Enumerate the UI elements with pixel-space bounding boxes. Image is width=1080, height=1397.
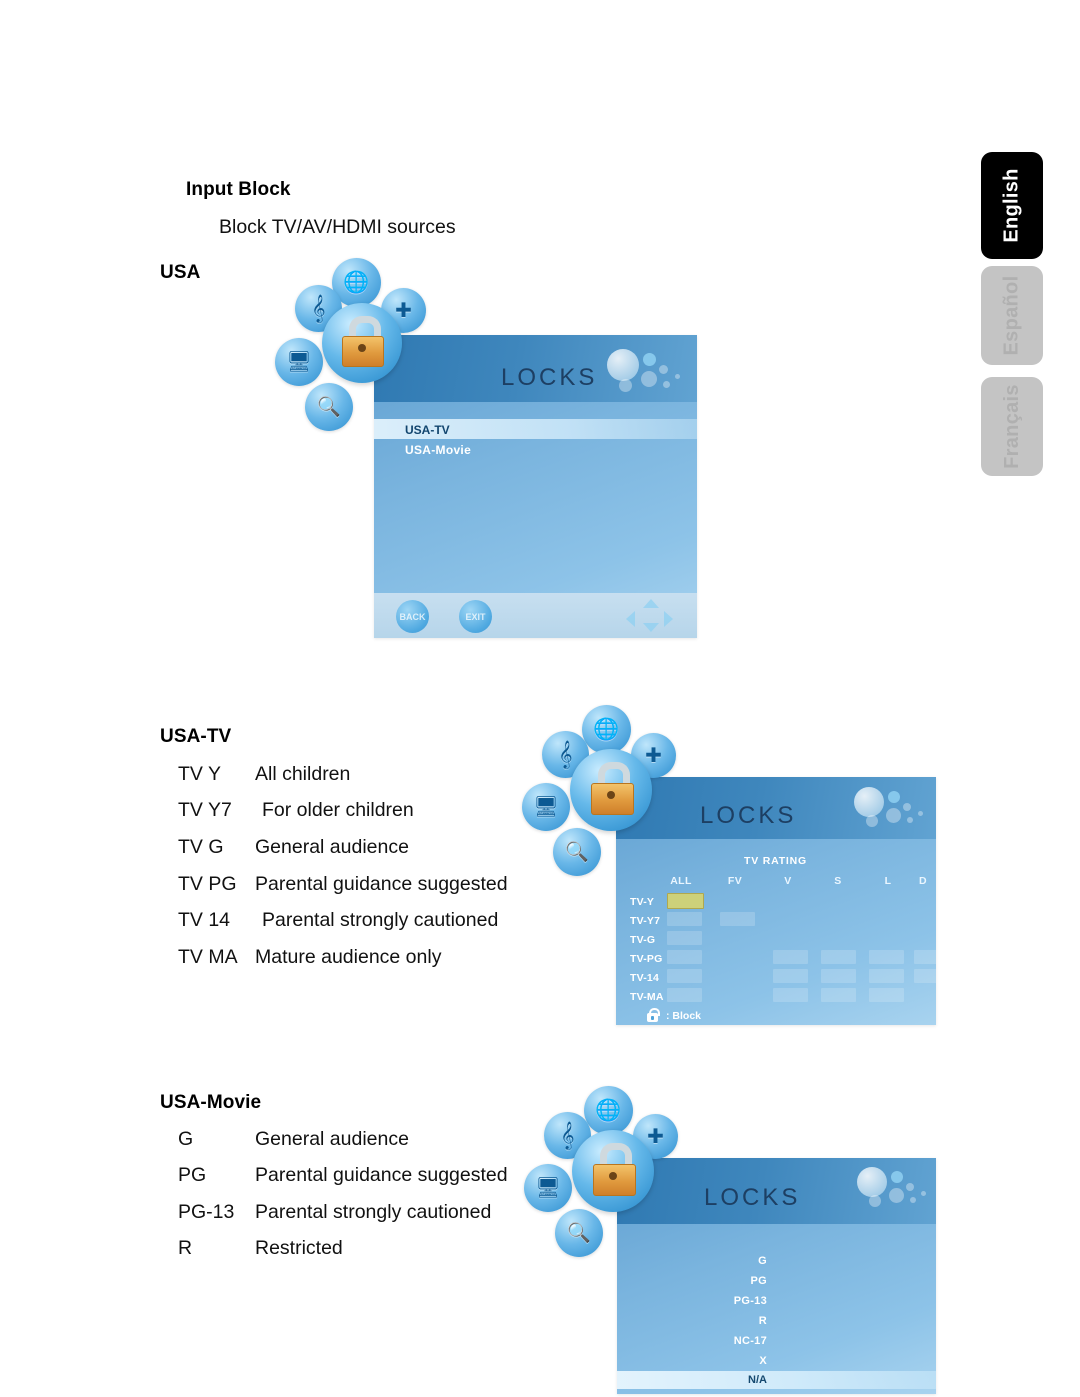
grid-row-header-tv-y7: TV-Y7 <box>630 915 661 927</box>
grid-cell-tv-14-all[interactable] <box>667 969 702 983</box>
movie-rating-item-pg-13[interactable]: PG-13 <box>637 1295 767 1307</box>
grid-column-header-s: S <box>834 875 842 887</box>
lock-icon <box>572 1130 654 1212</box>
grid-cell-tv-14-l[interactable] <box>869 969 904 983</box>
grid-cell-tv-ma-l[interactable] <box>869 988 904 1002</box>
language-tab-francais[interactable]: Français <box>981 377 1043 476</box>
movie-rating-item-pg[interactable]: PG <box>637 1275 767 1287</box>
rating-code: TV G <box>178 836 224 858</box>
rating-desc: All children <box>255 763 351 785</box>
icon-cluster-locks-2: 🌐 𝄞 ✚ 🖥 🔍 <box>520 705 700 885</box>
grid-column-header-l: L <box>884 875 892 887</box>
rating-desc: General audience <box>255 836 409 858</box>
grid-column-header-v: V <box>784 875 792 887</box>
page-title: Input Block <box>186 179 291 200</box>
rating-code: TV PG <box>178 873 237 895</box>
exit-button[interactable]: EXIT <box>459 600 492 633</box>
grid-cell-tv-pg-l[interactable] <box>869 950 904 964</box>
grid-row-header-tv-y: TV-Y <box>630 896 655 908</box>
language-tab-label: English <box>1000 168 1023 243</box>
icon-cluster-locks-3: 🌐 𝄞 ✚ 🖥 🔍 <box>522 1086 702 1266</box>
grid-cell-tv-y-all[interactable] <box>667 893 704 909</box>
rating-code: TV Y7 <box>178 799 232 821</box>
usa-movie-heading: USA-Movie <box>160 1092 262 1113</box>
grid-cell-tv-y7-fv[interactable] <box>720 912 755 926</box>
page-subtitle: Block TV/AV/HDMI sources <box>219 216 456 238</box>
grid-row-header-tv-pg: TV-PG <box>630 953 663 965</box>
grid-row-header-tv-ma: TV-MA <box>630 991 664 1003</box>
grid-cell-tv-ma-v[interactable] <box>773 988 808 1002</box>
usa-tv-heading: USA-TV <box>160 726 232 747</box>
grid-cell-tv-ma-s[interactable] <box>821 988 856 1002</box>
picture-tv-icon: 🖥 <box>524 1164 572 1212</box>
picture-tv-icon: 🖥 <box>275 338 323 386</box>
grid-column-header-fv: FV <box>727 875 743 887</box>
grid-cell-tv-pg-s[interactable] <box>821 950 856 964</box>
lock-glyph-icon <box>647 1008 660 1022</box>
grid-row-header-tv-14: TV-14 <box>630 972 660 984</box>
grid-cell-tv-y7-all[interactable] <box>667 912 702 926</box>
grid-column-header-d: D <box>919 875 927 887</box>
grid-cell-tv-14-v[interactable] <box>773 969 808 983</box>
tools-icon: 🔍 <box>305 383 353 431</box>
osd-footer-bar: BACK EXIT <box>374 593 697 638</box>
rating-desc: General audience <box>255 1128 409 1150</box>
grid-cell-tv-ma-all[interactable] <box>667 988 702 1002</box>
movie-rating-item-r[interactable]: R <box>637 1315 767 1327</box>
rating-desc: Restricted <box>255 1237 343 1259</box>
rating-code: TV 14 <box>178 909 231 931</box>
rating-desc: For older children <box>262 799 414 821</box>
rating-code: PG <box>178 1164 207 1186</box>
tools-icon: 🔍 <box>555 1209 603 1257</box>
movie-rating-label: N/A <box>748 1374 767 1386</box>
osd-title: LOCKS <box>501 364 598 391</box>
back-button[interactable]: BACK <box>396 600 429 633</box>
rating-desc: Parental strongly cautioned <box>255 1201 492 1223</box>
movie-rating-item-nc-17[interactable]: NC-17 <box>637 1335 767 1347</box>
language-tab-espanol[interactable]: Español <box>981 266 1043 365</box>
lock-icon <box>570 749 652 831</box>
language-tab-label: Français <box>1000 384 1023 469</box>
dpad-icon <box>626 599 674 633</box>
grid-cell-tv-pg-all[interactable] <box>667 950 702 964</box>
osd-title: LOCKS <box>704 1184 801 1211</box>
rating-desc: Parental guidance suggested <box>255 1164 508 1186</box>
menu-item-usa-movie[interactable]: USA-Movie <box>405 443 471 457</box>
usa-section-label: USA <box>160 262 201 283</box>
grid-cell-tv-pg-d[interactable] <box>914 950 936 964</box>
icon-cluster-locks-1: 🌐 𝄞 ✚ 🖥 🔍 <box>275 258 455 443</box>
grid-cell-tv-14-d[interactable] <box>914 969 936 983</box>
rating-desc: Parental strongly cautioned <box>262 909 499 931</box>
globe-clock-icon: 🌐 <box>584 1086 633 1135</box>
rating-code: G <box>178 1128 194 1150</box>
language-tab-label: Español <box>1000 275 1023 356</box>
rating-desc: Parental guidance suggested <box>255 873 508 895</box>
lock-icon <box>322 303 402 383</box>
picture-tv-icon: 🖥 <box>522 783 570 831</box>
grid-row-header-tv-g: TV-G <box>630 934 656 946</box>
movie-rating-item-na[interactable]: N/A <box>617 1371 936 1389</box>
rating-code: PG-13 <box>178 1201 235 1223</box>
grid-cell-tv-pg-v[interactable] <box>773 950 808 964</box>
rating-desc: Mature audience only <box>255 946 442 968</box>
grid-cell-tv-g-all[interactable] <box>667 931 702 945</box>
movie-rating-item-x[interactable]: X <box>637 1355 767 1367</box>
osd-title: LOCKS <box>700 802 797 829</box>
grid-cell-tv-14-s[interactable] <box>821 969 856 983</box>
tools-icon: 🔍 <box>553 828 601 876</box>
globe-clock-icon: 🌐 <box>582 705 631 754</box>
rating-code: R <box>178 1237 193 1259</box>
rating-code: TV MA <box>178 946 238 968</box>
grid-title: TV RATING <box>744 855 808 867</box>
legend-label: : Block <box>666 1010 702 1022</box>
rating-code: TV Y <box>178 763 221 785</box>
language-tab-english[interactable]: English <box>981 152 1043 259</box>
